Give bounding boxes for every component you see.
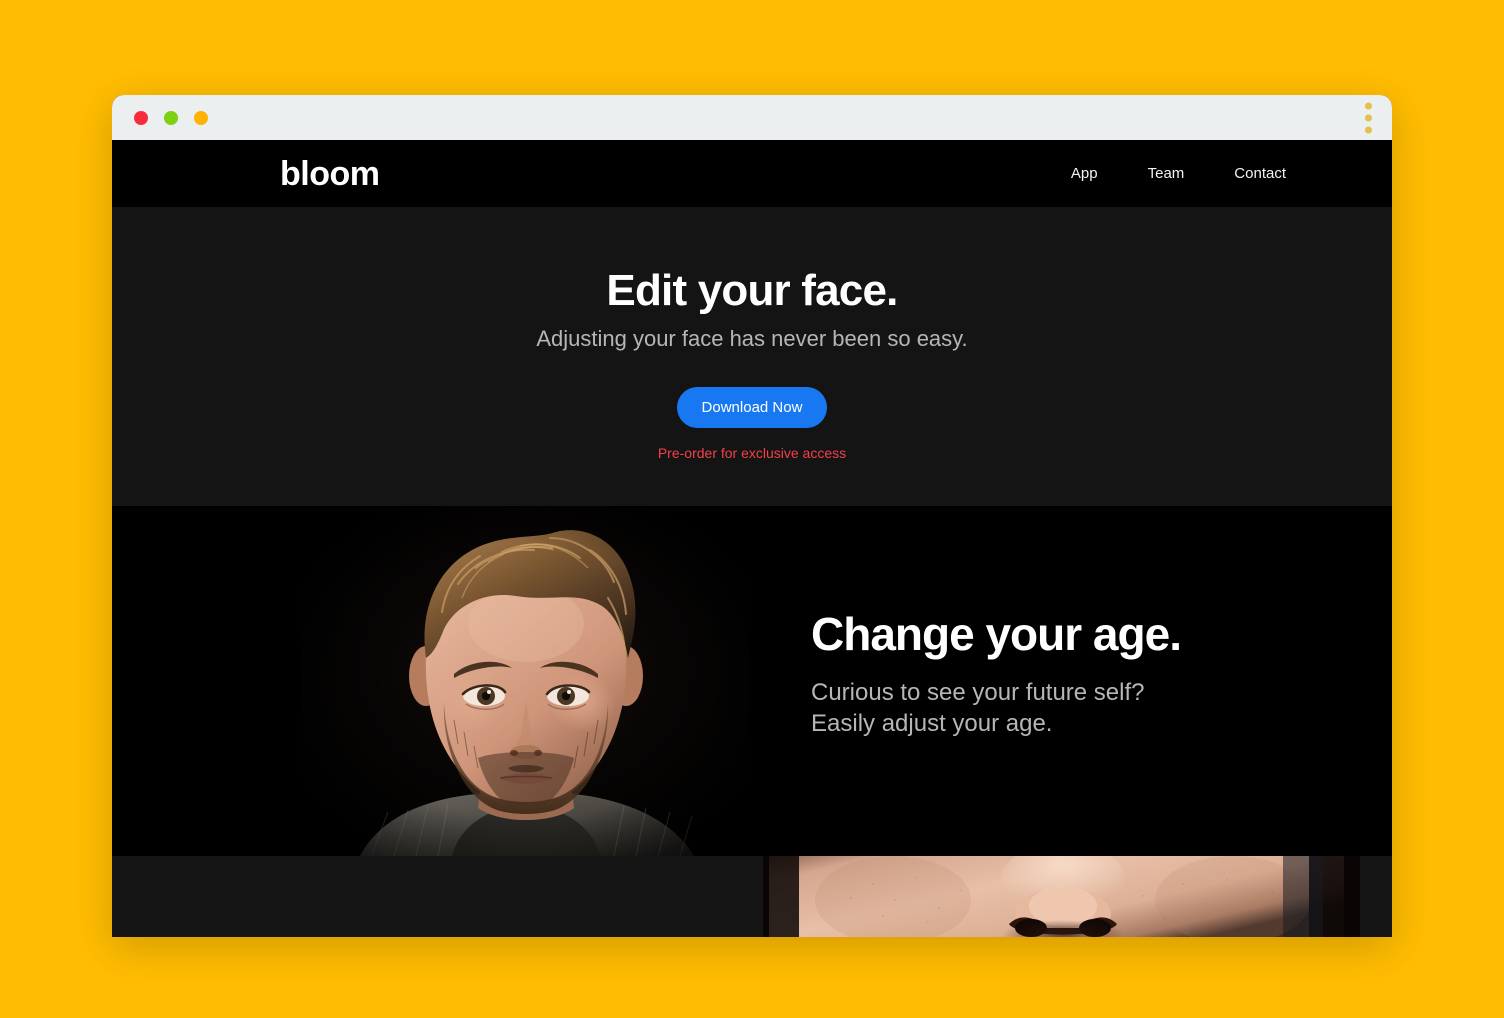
preorder-link[interactable]: Pre-order for exclusive access (658, 446, 846, 460)
close-window-button[interactable] (134, 110, 148, 125)
maximize-window-button[interactable] (194, 110, 208, 125)
kebab-menu-icon[interactable] (1359, 99, 1378, 136)
nav-item-app[interactable]: App (1071, 166, 1098, 181)
hero-title: Edit your face. (606, 266, 898, 315)
feature-copy: Change your age. Curious to see your fut… (811, 610, 1331, 740)
nav-item-team[interactable]: Team (1148, 166, 1185, 181)
download-now-button[interactable]: Download Now (676, 386, 828, 428)
site-header: bloom App Team Contact (112, 140, 1392, 207)
feature-title: Change your age. (811, 608, 1182, 660)
main-navigation: App Team Contact (1071, 166, 1392, 181)
minimize-window-button[interactable] (164, 110, 178, 125)
kebab-dot-3 (1365, 126, 1372, 133)
closeup-photo (763, 856, 1360, 937)
browser-title-bar (112, 95, 1392, 140)
feature-section-change-age: Change your age. Curious to see your fut… (112, 506, 1392, 856)
window-controls (134, 110, 208, 125)
bottom-strip (112, 856, 1392, 937)
browser-window: bloom App Team Contact Edit your face. A… (112, 95, 1392, 937)
nav-item-contact[interactable]: Contact (1234, 166, 1286, 181)
kebab-dot-2 (1365, 114, 1372, 121)
feature-text: Curious to see your future self? Easily … (811, 679, 1145, 738)
hero-section: Edit your face. Adjusting your face has … (112, 207, 1392, 506)
brand-logo[interactable]: bloom (280, 157, 380, 191)
kebab-dot-1 (1365, 102, 1372, 109)
hero-subtitle: Adjusting your face has never been so ea… (536, 326, 968, 352)
portrait-photo (302, 506, 750, 856)
